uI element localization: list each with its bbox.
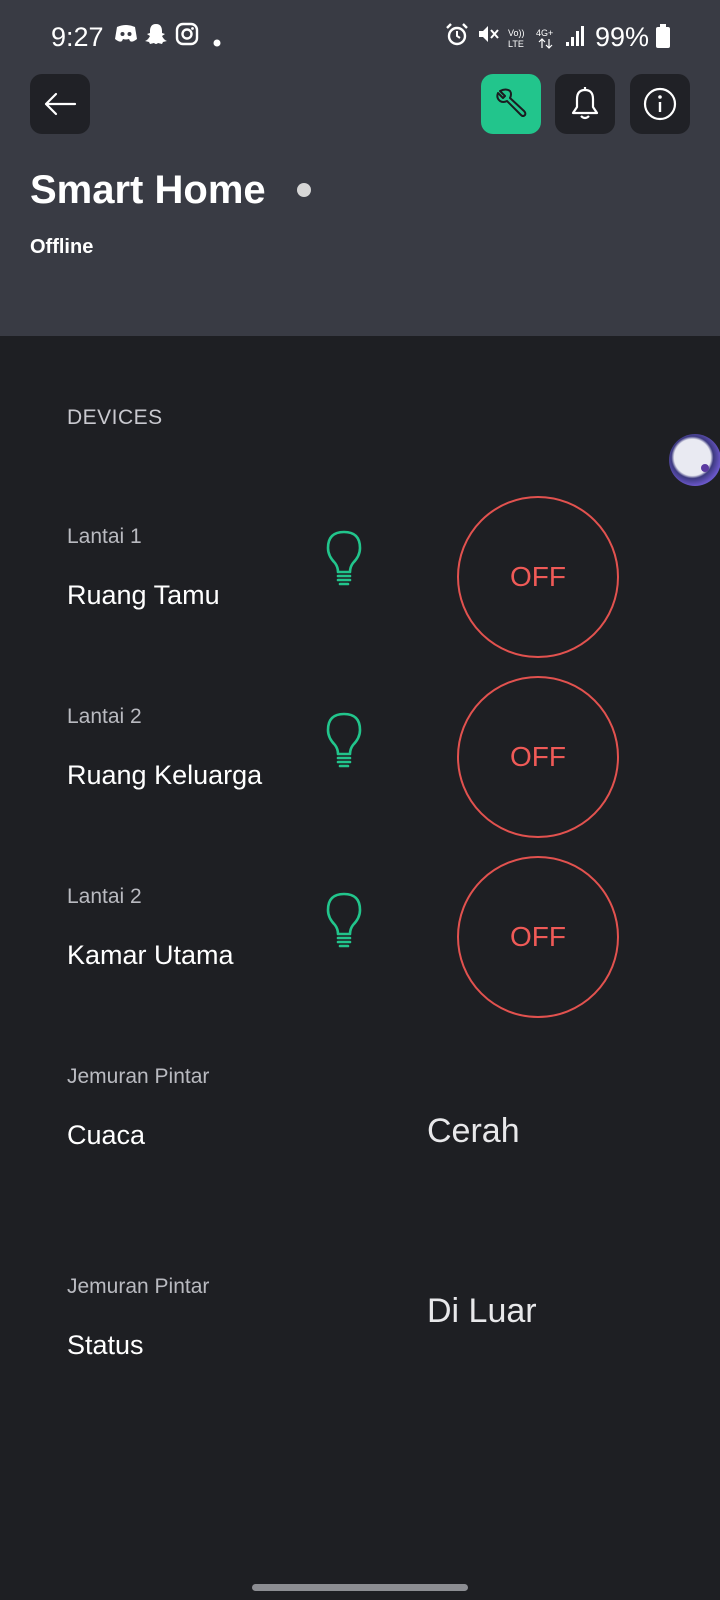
device-toggle-button[interactable]: OFF: [457, 496, 619, 658]
sensor-category: Jemuran Pintar: [67, 1065, 210, 1088]
header: 9:27 Vo)) LTE 4G+ 99% Smart Home Offline: [0, 0, 720, 336]
info-button[interactable]: [630, 74, 690, 134]
lightbulb-icon: [326, 712, 362, 768]
lightbulb-icon: [326, 892, 362, 948]
page-title: Smart Home: [30, 168, 266, 212]
sensor-name: Cuaca: [67, 1120, 146, 1150]
notifications-button[interactable]: [555, 74, 615, 134]
sensor-name: Status: [67, 1330, 144, 1360]
alarm-icon: [445, 22, 469, 53]
4g-icon: 4G+: [535, 26, 559, 55]
battery-percent: 99%: [595, 22, 650, 52]
bell-icon: [571, 87, 599, 120]
toggle-label: OFF: [510, 741, 566, 772]
wrench-icon: [496, 88, 527, 117]
device-name: Kamar Utama: [67, 940, 234, 970]
status-bar: 9:27 Vo)) LTE 4G+ 99%: [0, 0, 720, 80]
info-icon: [643, 87, 677, 121]
volte-icon: Vo)) LTE: [506, 26, 530, 55]
device-category: Lantai 2: [67, 885, 142, 908]
signal-icon: [565, 24, 585, 53]
back-button[interactable]: [30, 74, 90, 134]
sensor-value: Di Luar: [427, 1292, 537, 1330]
status-time: 9:27: [51, 22, 104, 52]
connection-status: Offline: [30, 236, 94, 258]
arrow-left-icon: [44, 92, 77, 116]
svg-text:Vo)): Vo)): [508, 28, 525, 38]
device-toggle-button[interactable]: OFF: [457, 856, 619, 1018]
discord-icon: [113, 22, 139, 51]
device-category: Lantai 2: [67, 705, 142, 728]
instagram-icon: [175, 22, 199, 51]
device-category: Lantai 1: [67, 525, 142, 548]
sensor-category: Jemuran Pintar: [67, 1275, 210, 1298]
home-indicator[interactable]: [252, 1584, 468, 1591]
toggle-label: OFF: [510, 921, 566, 952]
settings-wrench-button[interactable]: [481, 74, 541, 134]
battery-icon: [655, 24, 671, 55]
device-toggle-button[interactable]: OFF: [457, 676, 619, 838]
mute-icon: [476, 22, 500, 51]
device-name: Ruang Tamu: [67, 580, 220, 610]
dot-icon: [213, 34, 221, 52]
connection-status-dot: [297, 183, 311, 197]
svg-text:LTE: LTE: [508, 39, 524, 49]
devices-section-label: DEVICES: [67, 406, 163, 429]
device-name: Ruang Keluarga: [67, 760, 263, 790]
snapchat-icon: [144, 22, 168, 51]
sensor-value: Cerah: [427, 1112, 520, 1150]
lightbulb-icon: [326, 530, 362, 586]
floating-assistant-bubble[interactable]: [669, 434, 720, 486]
toggle-label: OFF: [510, 561, 566, 592]
svg-text:4G+: 4G+: [536, 28, 553, 38]
